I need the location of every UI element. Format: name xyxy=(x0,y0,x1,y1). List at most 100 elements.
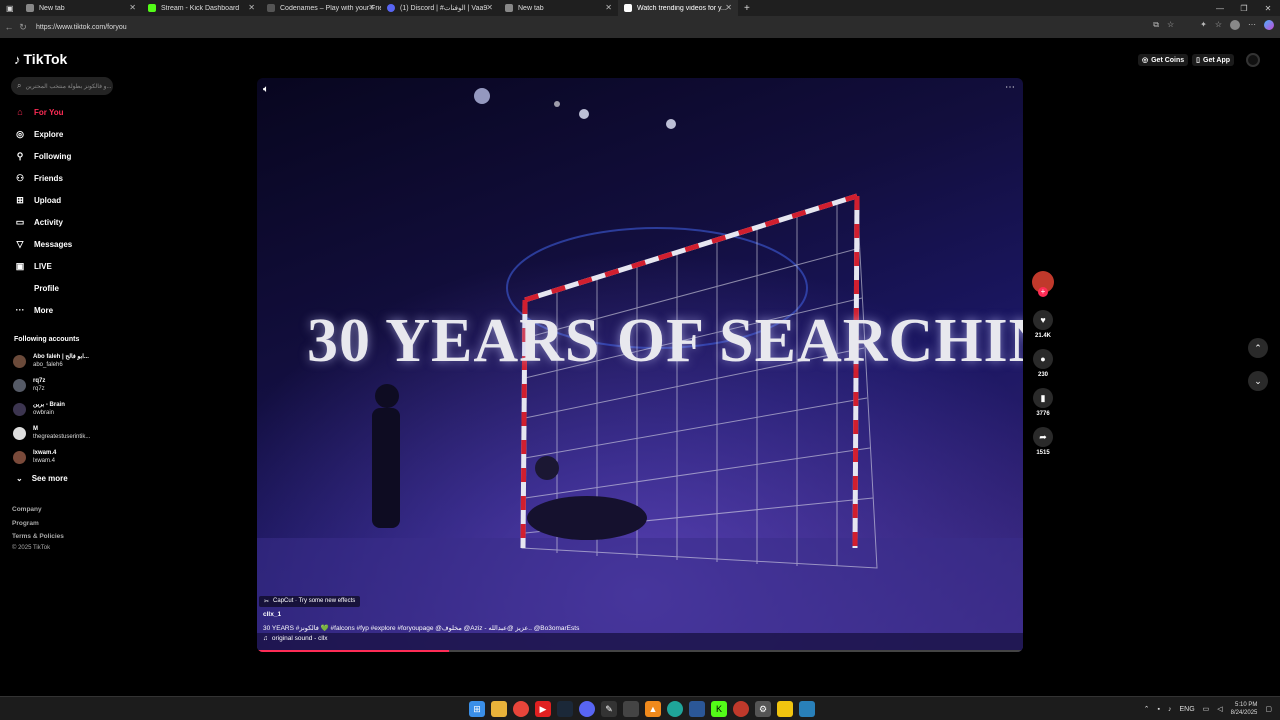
account-item[interactable]: lxwam.4 lxwam.4 xyxy=(13,447,56,467)
tab-actions-button[interactable]: ▣ xyxy=(0,0,20,16)
like-button[interactable]: ♥ 21.4K xyxy=(1032,310,1054,339)
bookmark-count: 3776 xyxy=(1036,411,1050,417)
start-icon[interactable]: ⊞ xyxy=(469,701,485,717)
footer-program-link[interactable]: Program xyxy=(12,520,39,527)
creator-avatar[interactable]: + xyxy=(1032,271,1054,297)
url-field[interactable]: https://www.tiktok.com/foryou xyxy=(36,24,127,31)
comment-button[interactable]: ● 230 xyxy=(1032,349,1054,378)
file-explorer-icon[interactable] xyxy=(491,701,507,717)
video-player[interactable]: 30 YEARS OF SEARCHING 🔈︎ ⋯ ✂CapCut · Try… xyxy=(257,78,1023,652)
tab-favicon-icon xyxy=(26,4,34,12)
close-icon[interactable]: ✕ xyxy=(486,3,493,12)
photos-icon[interactable] xyxy=(799,701,815,717)
nav-for-you[interactable]: ⌂ For You xyxy=(14,104,63,120)
home-icon: ⌂ xyxy=(17,107,23,117)
maximize-icon[interactable]: ❐ xyxy=(1232,4,1256,13)
open-app-icon[interactable]: ⧉ xyxy=(1153,20,1159,30)
follow-plus-icon[interactable]: + xyxy=(1038,287,1048,297)
new-tab-button[interactable]: + xyxy=(738,0,758,16)
pen-icon[interactable]: ✎ xyxy=(601,701,617,717)
more-options-icon[interactable]: ⋯ xyxy=(1005,82,1015,93)
see-more-button[interactable]: ⌄ See more xyxy=(16,474,68,483)
video-progress-bar[interactable] xyxy=(257,650,1023,652)
copilot-icon[interactable] xyxy=(1264,20,1274,30)
notifications-icon[interactable]: ▢ xyxy=(1265,705,1272,713)
discord-icon[interactable] xyxy=(579,701,595,717)
tab-kick[interactable]: Stream - Kick Dashboard ✕ xyxy=(142,0,261,16)
chevron-up-icon[interactable]: ⌃ xyxy=(1144,705,1150,713)
star-icon[interactable]: ☆ xyxy=(1167,20,1174,30)
tab-new-2[interactable]: New tab ✕ xyxy=(499,0,618,16)
chevron-up-icon: ⌃ xyxy=(1254,342,1262,353)
minimize-icon[interactable]: — xyxy=(1208,4,1232,13)
game-icon[interactable] xyxy=(733,701,749,717)
nav-following[interactable]: ⚲ Following xyxy=(14,148,72,164)
close-window-icon[interactable]: ✕ xyxy=(1256,4,1280,13)
bookmark-button[interactable]: ▮ 3776 xyxy=(1032,388,1054,417)
following-accounts-heading: Following accounts xyxy=(14,336,80,343)
close-icon[interactable]: ✕ xyxy=(725,3,732,12)
video-author[interactable]: cllx_1 xyxy=(263,611,281,618)
get-app-button[interactable]: ▯ Get App xyxy=(1192,54,1234,66)
avatar xyxy=(13,354,26,368)
nav-more[interactable]: ··· More xyxy=(14,302,54,318)
share-button[interactable]: ➦ 1515 xyxy=(1032,427,1054,456)
antivirus-icon[interactable]: ▪ xyxy=(1158,706,1160,713)
clock[interactable]: 5:10 PM 8/24/2025 xyxy=(1231,701,1258,717)
search-input[interactable]: ⌕ و فالكونز بطولة منتخب المحترين... xyxy=(11,77,113,95)
network-icon[interactable]: ▭ xyxy=(1203,705,1210,713)
nav-activity[interactable]: ▭ Activity xyxy=(14,214,63,230)
tab-new-1[interactable]: New tab ✕ xyxy=(20,0,142,16)
nav-live[interactable]: ▣ LIVE xyxy=(14,258,52,274)
tab-codenames[interactable]: Codenames – Play with your Frien...✕ xyxy=(261,0,381,16)
close-icon[interactable]: ✕ xyxy=(129,3,136,12)
nav-friends[interactable]: ⚇ Friends xyxy=(14,170,63,186)
account-item[interactable]: Mthegreatestuserintik... xyxy=(13,423,90,443)
close-icon[interactable]: ✕ xyxy=(368,3,375,12)
tiktok-icon: ♪ xyxy=(14,51,21,67)
footer-terms-link[interactable]: Terms & Policies xyxy=(12,533,64,540)
footer-company-link[interactable]: Company xyxy=(12,506,42,513)
kick-icon[interactable]: K xyxy=(711,701,727,717)
tab-tiktok[interactable]: Watch trending videos for y... ✕ xyxy=(618,0,738,16)
nav-profile[interactable]: Profile xyxy=(14,280,59,296)
account-item[interactable]: برين - Brain owbrain xyxy=(13,399,65,419)
video-sound[interactable]: ♫ original sound - cllx xyxy=(263,635,328,642)
nav-messages[interactable]: ▽ Messages xyxy=(14,236,73,252)
volume-icon[interactable]: 🔈︎ xyxy=(263,84,269,95)
account-item[interactable]: Abo faleh | ابو فالح... abo_faleh6 xyxy=(13,351,89,371)
steam-icon[interactable] xyxy=(557,701,573,717)
close-icon[interactable]: ✕ xyxy=(605,3,612,12)
shield-icon[interactable] xyxy=(689,701,705,717)
speaker-icon[interactable]: ◁ xyxy=(1217,705,1222,713)
back-icon[interactable]: ← xyxy=(2,22,16,32)
profile-avatar[interactable] xyxy=(1246,53,1260,67)
obs-icon[interactable] xyxy=(623,701,639,717)
notes-icon[interactable] xyxy=(777,701,793,717)
avatar xyxy=(13,378,26,392)
menu-icon[interactable]: ⋯ xyxy=(1248,20,1256,30)
keyboard-language[interactable]: ENG xyxy=(1179,706,1194,713)
close-icon[interactable]: ✕ xyxy=(248,3,255,12)
chrome-icon[interactable] xyxy=(513,701,529,717)
settings-icon[interactable]: ⚙ xyxy=(755,701,771,717)
previous-video-button[interactable]: ⌃ xyxy=(1248,338,1268,358)
extensions-icon[interactable]: ✦ xyxy=(1200,20,1207,30)
address-bar: ← ↻ https://www.tiktok.com/foryou ⧉ ☆ ✦ … xyxy=(0,16,1280,38)
profile-avatar[interactable] xyxy=(1230,20,1240,30)
nav-upload[interactable]: ⊞ Upload xyxy=(14,192,61,208)
favorites-icon[interactable]: ☆ xyxy=(1215,20,1222,30)
get-coins-button[interactable]: ◎ Get Coins xyxy=(1138,54,1189,66)
friends-icon: ⚇ xyxy=(15,172,25,183)
capcut-effect-link[interactable]: ✂ CapCut · Try some new effects xyxy=(259,596,361,607)
account-item[interactable]: rq7z rq7z xyxy=(13,375,45,395)
microphone-icon[interactable]: ♪ xyxy=(1168,706,1172,713)
refresh-icon[interactable]: ↻ xyxy=(16,22,30,33)
nav-explore[interactable]: ◎ Explore xyxy=(14,126,63,142)
tab-discord[interactable]: (1) Discord | #الوفنات | Vaa9 ✕ xyxy=(381,0,499,16)
next-video-button[interactable]: ⌄ xyxy=(1248,371,1268,391)
youtube-icon[interactable]: ▶ xyxy=(535,701,551,717)
vlc-icon[interactable]: ▲ xyxy=(645,701,661,717)
tiktok-logo[interactable]: ♪ TikTok xyxy=(14,51,67,67)
edge-icon[interactable] xyxy=(667,701,683,717)
